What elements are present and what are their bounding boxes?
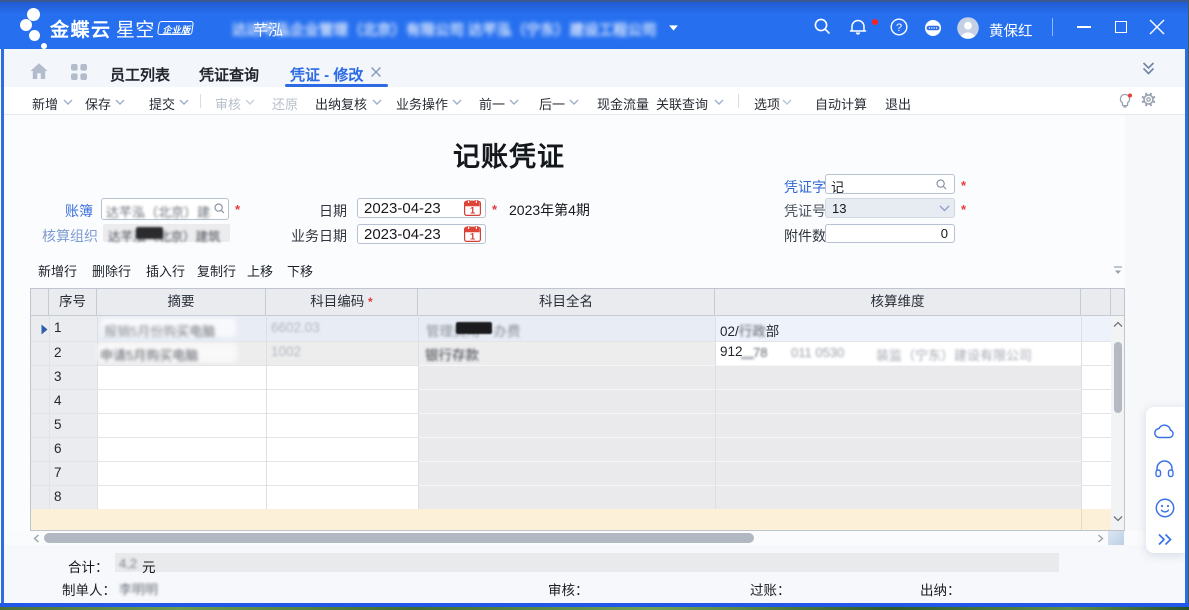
svg-text:?: ?	[896, 22, 902, 34]
svg-text:1: 1	[470, 205, 476, 216]
svg-text:1: 1	[470, 231, 476, 242]
